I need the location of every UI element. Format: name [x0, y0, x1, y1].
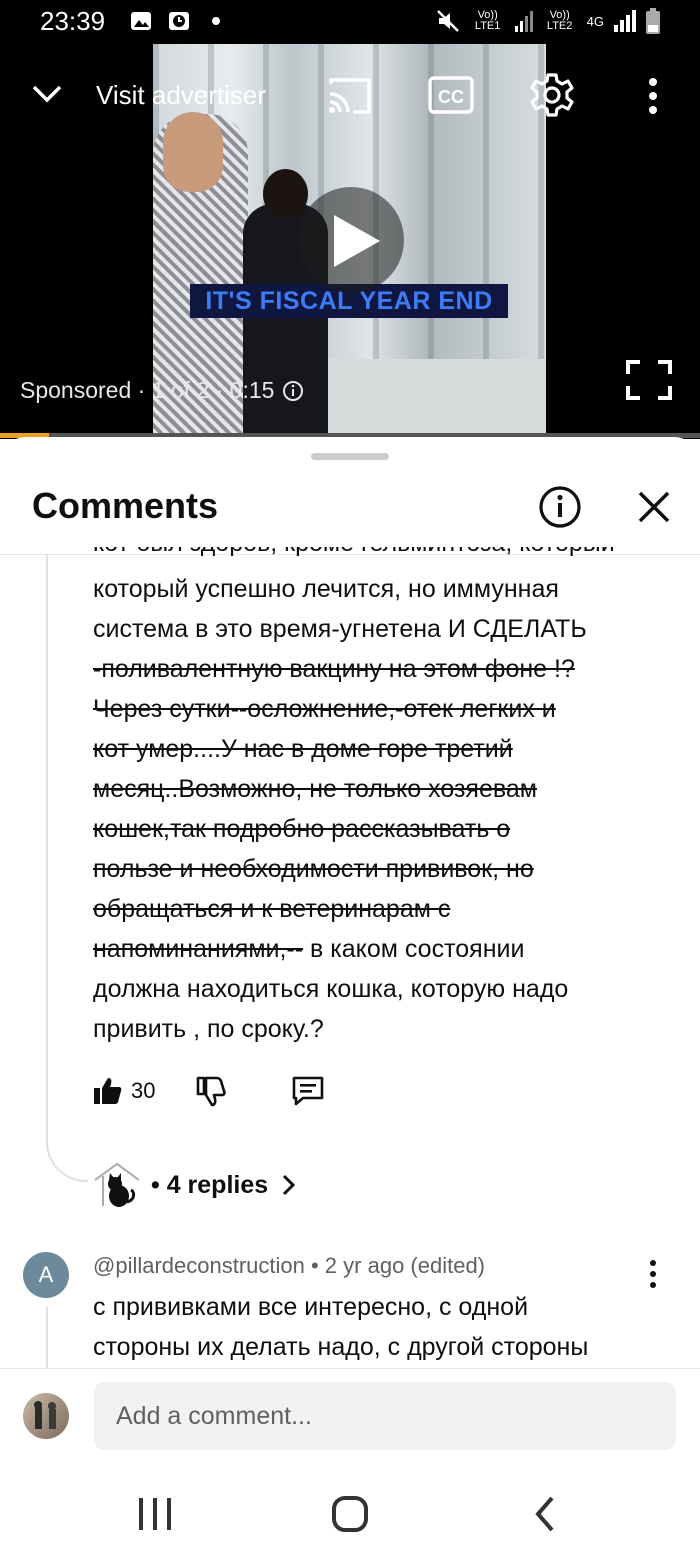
- recent-apps-icon[interactable]: [120, 1479, 190, 1549]
- comment-line: в каком состоянии: [303, 935, 525, 963]
- comment-cut-line: кот был здоров, кроме гельминтоза, котор…: [93, 547, 653, 563]
- video-player[interactable]: IT'S FISCAL YEAR END Visit advertiser CC…: [0, 44, 700, 439]
- back-icon[interactable]: [510, 1479, 580, 1549]
- comment-line: с прививками все интересно, с одной: [93, 1293, 529, 1321]
- reply-icon[interactable]: [291, 1075, 325, 1107]
- signal1-icon: [514, 11, 533, 32]
- svg-text:CC: CC: [438, 87, 464, 107]
- struck-line: напоминаниями,--: [93, 935, 304, 963]
- comment-actions: 30: [93, 1069, 325, 1113]
- replies-count: • 4 replies: [151, 1170, 269, 1199]
- comment-line: стороны их делать надо, с другой стороны: [93, 1333, 589, 1361]
- visit-advertiser-link[interactable]: Visit advertiser: [96, 80, 266, 111]
- add-comment-input[interactable]: [94, 1382, 676, 1450]
- struck-line: Через сутки--осложнение,-отек легких и: [93, 695, 556, 723]
- struck-line: обращаться и к ветеринарам с: [93, 895, 451, 923]
- battery-icon: [646, 8, 660, 34]
- fullscreen-icon[interactable]: [626, 360, 672, 400]
- comment-line: который успешно лечится, но иммунная: [93, 575, 559, 603]
- play-icon: [334, 215, 380, 267]
- avatar[interactable]: A: [23, 1252, 69, 1298]
- like-count: 30: [131, 1078, 156, 1103]
- struck-line: кошек,так подробно рассказывать о: [93, 815, 511, 843]
- struck-line: пользе и необходимости прививок, но: [93, 855, 534, 883]
- drag-handle[interactable]: [311, 453, 389, 460]
- status-bar: 23:39 Vo)) LTE1 Vo)) LTE2 4G: [0, 0, 700, 44]
- comment-meta[interactable]: @pillardeconstruction • 2 yr ago (edited…: [93, 1253, 485, 1279]
- closed-captions-icon[interactable]: CC: [428, 76, 474, 114]
- settings-gear-icon[interactable]: [529, 72, 575, 118]
- thread-connector: [46, 555, 88, 1182]
- play-button[interactable]: [298, 187, 404, 293]
- signal2-icon: [614, 10, 636, 32]
- gallery-icon: [131, 12, 151, 30]
- status-right: Vo)) LTE1 Vo)) LTE2 4G: [435, 6, 660, 36]
- home-icon[interactable]: [315, 1479, 385, 1549]
- avatar[interactable]: [23, 1393, 69, 1439]
- add-comment-bar: [0, 1368, 700, 1557]
- comment-more-icon[interactable]: [642, 1259, 664, 1289]
- struck-line: кот умер....У нас в доме горе третий: [93, 735, 513, 763]
- thread-connector: [46, 1307, 48, 1369]
- chevron-right-icon: [283, 1174, 296, 1196]
- clock-app-icon: [169, 12, 189, 30]
- system-nav-bar: [0, 1479, 700, 1557]
- mute-icon: [436, 10, 459, 32]
- cast-icon[interactable]: [327, 76, 373, 116]
- comments-title: Comments: [32, 485, 219, 526]
- ad-info-icon[interactable]: [282, 380, 304, 402]
- comment-text: кот был здоров, кроме гельминтоза, котор…: [93, 547, 653, 1049]
- comment-line: привить , по сроку.?: [93, 1015, 324, 1043]
- chevron-down-icon[interactable]: [30, 76, 64, 110]
- sim1-label: Vo)) LTE1: [474, 9, 501, 32]
- comment-line: система в это время-угнетена И СДЕЛАТЬ: [93, 615, 587, 643]
- struck-line: месяц..Возможно, не только хозяевам: [93, 775, 537, 803]
- network-label: 4G: [586, 13, 604, 29]
- more-vert-icon[interactable]: [642, 76, 664, 116]
- status-time: 23:39: [40, 6, 106, 36]
- struck-line: -поливалентную вакцину на этом фоне !?: [93, 655, 575, 683]
- comment-line: должна находиться кошка, которую надо: [93, 975, 569, 1003]
- sponsored-text: Sponsored · 1 of 2 · 0:15: [20, 377, 275, 403]
- notification-dot-icon: [212, 17, 220, 25]
- info-icon[interactable]: [538, 485, 582, 529]
- comments-sheet: Comments кот был здоров, кроме гельминто…: [0, 437, 700, 1557]
- close-icon[interactable]: [634, 487, 674, 527]
- creator-avatar-cat-icon: [94, 1162, 140, 1207]
- like-icon[interactable]: [93, 1076, 123, 1106]
- comment-text: с прививками все интересно, с одной стор…: [93, 1287, 653, 1367]
- dislike-icon[interactable]: [195, 1075, 227, 1107]
- sponsored-info: Sponsored · 1 of 2 · 0:15: [20, 377, 304, 404]
- sim2-label: Vo)) LTE2: [546, 9, 573, 32]
- view-replies-button[interactable]: • 4 replies: [93, 1157, 300, 1213]
